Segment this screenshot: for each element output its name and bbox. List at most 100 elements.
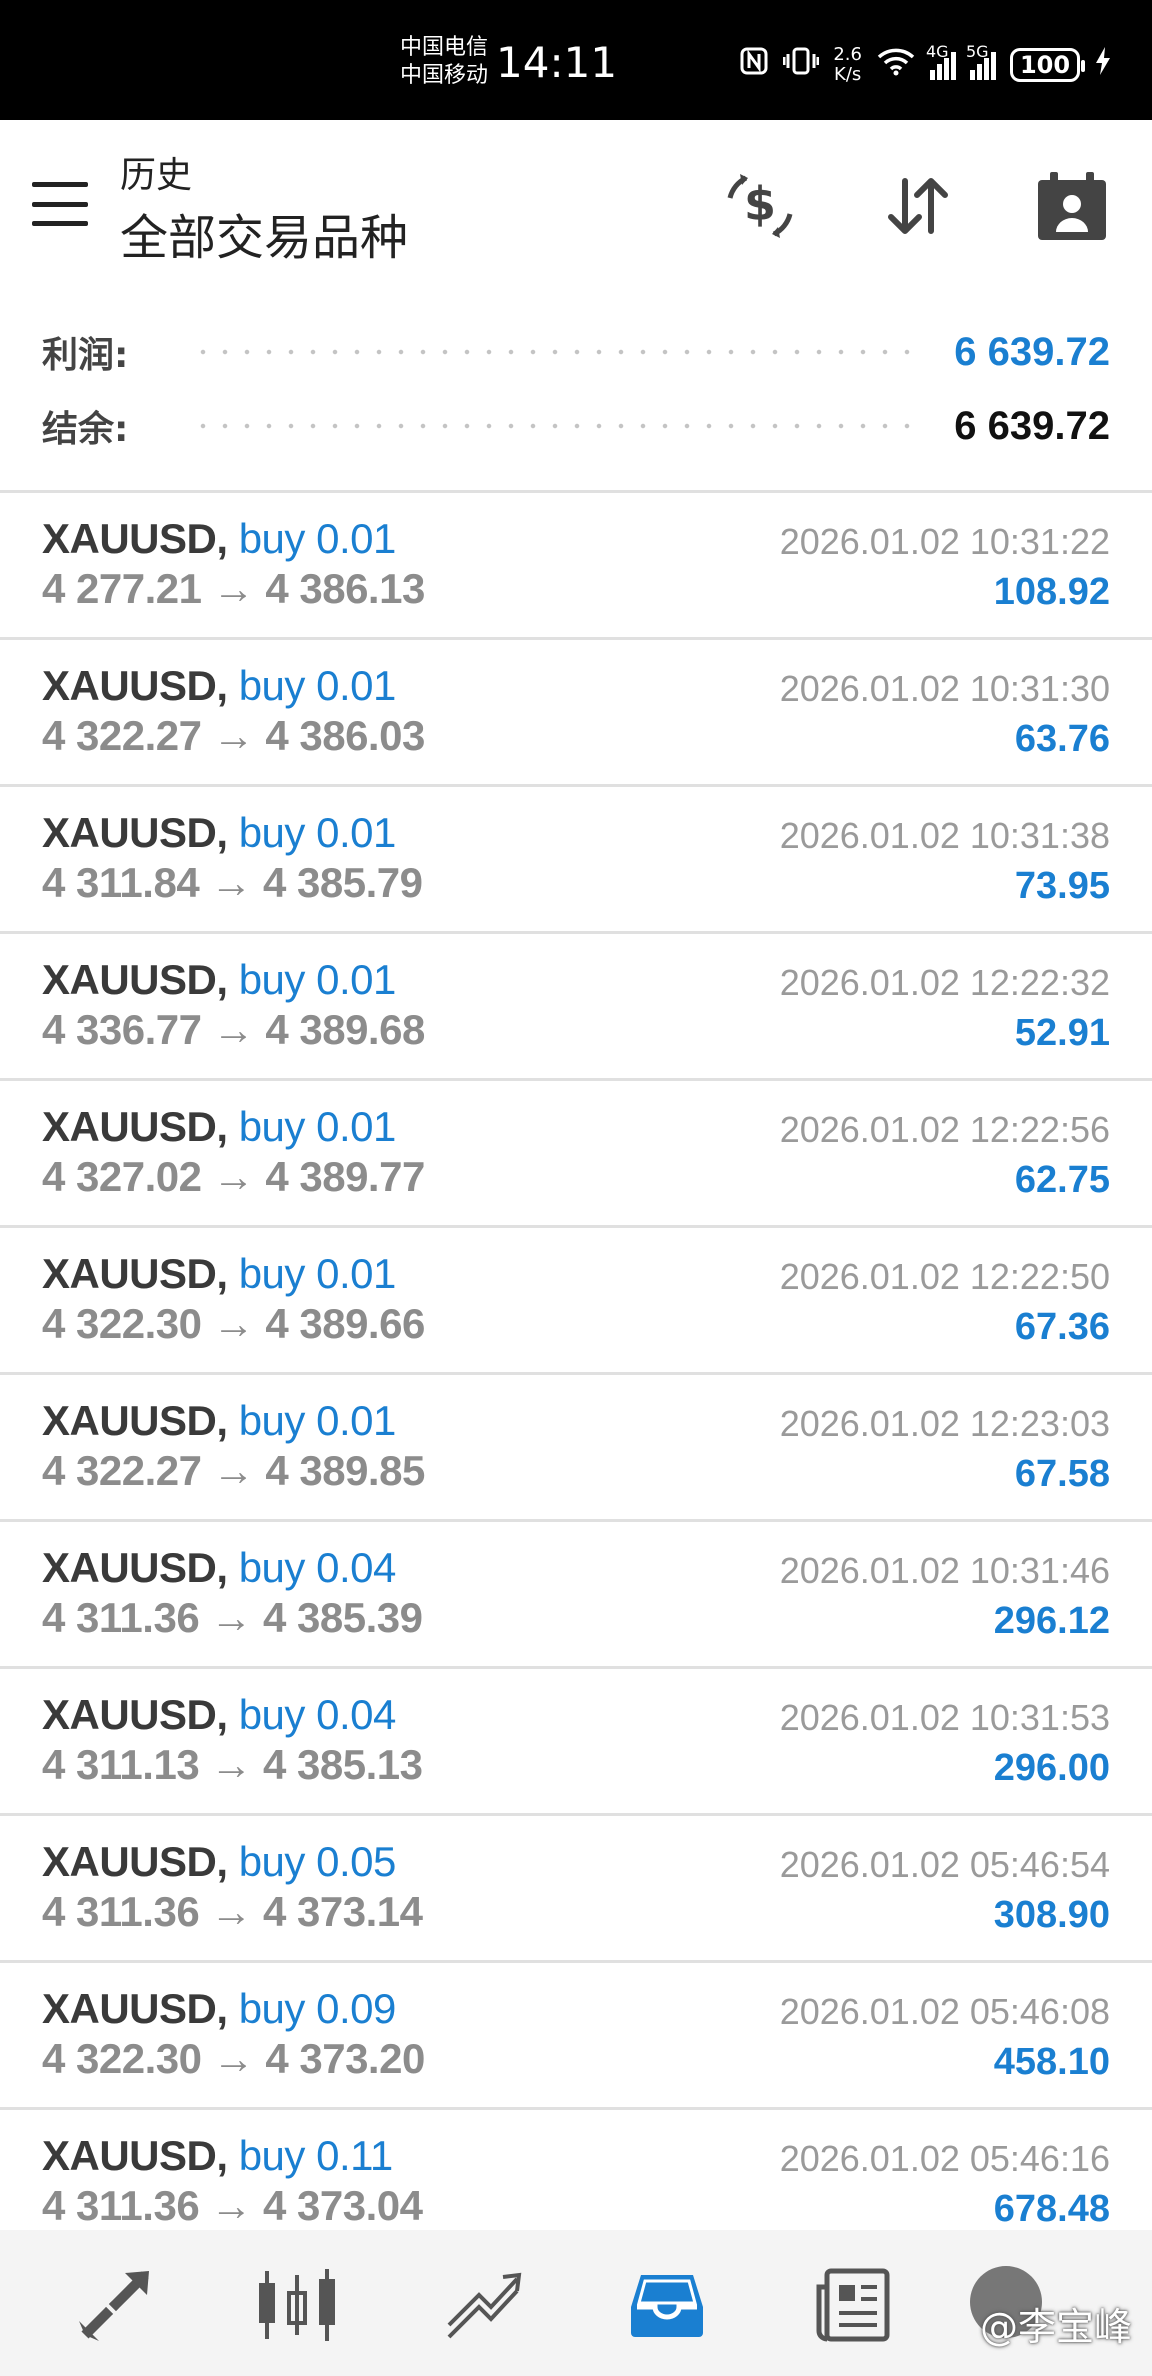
balance-label: 结余: [42, 409, 129, 450]
trade-list[interactable]: XAUUSD, buy 0.01 4 277.21 → 4 386.13 2026.… [0, 493, 1152, 2230]
net-speed: 2.6 K/s [833, 45, 862, 85]
trade-profit: 63.76 [1014, 718, 1110, 760]
trade-time: 2026.01.02 05:46:54 [779, 1844, 1110, 1885]
trade-symbol: XAUUSD, buy 0.01 [42, 662, 396, 710]
trade-symbol-name: XAUUSD, [42, 1838, 228, 1885]
trade-side-volume: buy 0.01 [238, 515, 397, 562]
profit-value: 6 639.72 [954, 329, 1110, 374]
trade-prices: 4 277.21 → 4 386.13 [42, 565, 425, 612]
app-bar: 历史 全部交易品种 $ [0, 120, 1152, 296]
trade-side-volume: buy 0.09 [238, 1985, 397, 2032]
trade-side-volume: buy 0.11 [238, 2132, 394, 2179]
net-speed-value: 2.6 [833, 44, 862, 65]
trade-symbol-name: XAUUSD, [42, 2132, 228, 2179]
trade-profit: 67.36 [1014, 1306, 1110, 1348]
trade-row[interactable]: XAUUSD, buy 0.01 4 322.27 → 4 386.03 2026.… [0, 640, 1152, 787]
page-subtitle: 历史 [120, 155, 193, 196]
nav-chart[interactable] [252, 2260, 342, 2350]
sort-arrows-icon[interactable] [878, 166, 958, 246]
trade-side-volume: buy 0.01 [238, 662, 397, 709]
dotted-leader [192, 349, 915, 355]
trade-time: 2026.01.02 12:22:56 [779, 1109, 1110, 1150]
trade-symbol: XAUUSD, buy 0.01 [42, 1250, 396, 1298]
trade-time: 2026.01.02 05:46:08 [779, 1991, 1110, 2032]
trade-side-volume: buy 0.01 [238, 1397, 397, 1444]
trade-symbol: XAUUSD, buy 0.01 [42, 515, 396, 563]
trade-prices: 4 311.36 → 4 373.14 [42, 1888, 423, 1935]
trade-symbol: XAUUSD, buy 0.09 [42, 1985, 396, 2033]
signal-2-icon: 5G [966, 42, 996, 80]
trade-symbol: XAUUSD, buy 0.01 [42, 809, 396, 857]
trade-profit: 52.91 [1014, 1012, 1110, 1054]
trade-row[interactable]: XAUUSD, buy 0.04 4 311.36 → 4 385.39 2026.… [0, 1522, 1152, 1669]
trade-symbol: XAUUSD, buy 0.11 [42, 2132, 393, 2180]
signal-1-icon: 4G [926, 42, 956, 80]
bottom-nav: @李宝峰 [0, 2230, 1152, 2376]
trade-prices: 4 311.84 → 4 385.79 [42, 859, 423, 906]
history-inbox-icon [631, 2275, 703, 2337]
trade-row[interactable]: XAUUSD, buy 0.05 4 311.36 → 4 373.14 2026.… [0, 1816, 1152, 1963]
signal-1-label: 4G [926, 42, 949, 61]
trade-symbol-name: XAUUSD, [42, 1985, 228, 2032]
trade-time: 2026.01.02 10:31:38 [779, 815, 1110, 856]
nav-trade[interactable] [438, 2260, 528, 2350]
carrier-1: 中国电信 [400, 35, 489, 60]
trade-side-volume: buy 0.01 [238, 956, 397, 1003]
summary-panel: 利润: 6 639.72 结余: 6 639.72 [0, 318, 1152, 490]
trade-symbol: XAUUSD, buy 0.04 [42, 1544, 396, 1592]
battery-level: 100 [1019, 51, 1071, 79]
balance-value: 6 639.72 [954, 403, 1110, 448]
trade-row[interactable]: XAUUSD, buy 0.11 4 311.36 → 4 373.04 2026.… [0, 2110, 1152, 2230]
trade-time: 2026.01.02 12:22:32 [779, 962, 1110, 1003]
charging-icon [1094, 46, 1112, 84]
trade-time: 2026.01.02 10:31:30 [779, 668, 1110, 709]
trade-row[interactable]: XAUUSD, buy 0.04 4 311.13 → 4 385.13 2026.… [0, 1669, 1152, 1816]
trade-side-volume: buy 0.04 [238, 1544, 397, 1591]
nav-history[interactable] [622, 2260, 712, 2350]
page-title[interactable]: 全部交易品种 [120, 198, 408, 268]
currency-exchange-icon[interactable]: $ [720, 166, 800, 246]
trade-profit: 458.10 [993, 2041, 1110, 2083]
trade-symbol: XAUUSD, buy 0.04 [42, 1691, 396, 1739]
battery-icon: 100 [1010, 48, 1085, 82]
trade-side-volume: buy 0.04 [238, 1691, 397, 1738]
hamburger-menu-icon[interactable] [32, 182, 88, 226]
app-screen: 中国电信 中国移动 14:11 2.6 K/s 4G 5G 100 历史 全部交… [0, 0, 1152, 2376]
trade-symbol-name: XAUUSD, [42, 1103, 228, 1150]
trade-side-volume: buy 0.01 [238, 1103, 397, 1150]
trade-profit: 308.90 [993, 1894, 1110, 1936]
trade-symbol-name: XAUUSD, [42, 1250, 228, 1297]
trade-side-volume: buy 0.01 [238, 809, 397, 856]
trade-symbol: XAUUSD, buy 0.01 [42, 1103, 396, 1151]
trade-row[interactable]: XAUUSD, buy 0.01 4 322.27 → 4 389.85 2026.… [0, 1375, 1152, 1522]
trade-profit: 108.92 [993, 571, 1110, 613]
trade-prices: 4 311.36 → 4 373.04 [42, 2182, 423, 2229]
trade-prices: 4 322.27 → 4 386.03 [42, 712, 425, 759]
nfc-icon [739, 46, 769, 84]
profit-row: 利润: 6 639.72 [42, 322, 1110, 382]
trade-symbol-name: XAUUSD, [42, 515, 228, 562]
trade-lines-icon [447, 2272, 522, 2339]
trade-row[interactable]: XAUUSD, buy 0.01 4 311.84 → 4 385.79 2026.… [0, 787, 1152, 934]
trade-profit: 678.48 [993, 2188, 1110, 2230]
calendar-person-icon[interactable] [1032, 166, 1112, 246]
trade-row[interactable]: XAUUSD, buy 0.01 4 327.02 → 4 389.77 2026.… [0, 1081, 1152, 1228]
trade-symbol: XAUUSD, buy 0.01 [42, 1397, 396, 1445]
trade-time: 2026.01.02 10:31:46 [779, 1550, 1110, 1591]
trade-prices: 4 336.77 → 4 389.68 [42, 1006, 425, 1053]
trade-row[interactable]: XAUUSD, buy 0.01 4 322.30 → 4 389.66 2026.… [0, 1228, 1152, 1375]
trade-symbol-name: XAUUSD, [42, 956, 228, 1003]
trade-row[interactable]: XAUUSD, buy 0.01 4 336.77 → 4 389.68 2026.… [0, 934, 1152, 1081]
trade-time: 2026.01.02 12:23:03 [779, 1403, 1110, 1444]
balance-row: 结余: 6 639.72 [42, 396, 1110, 456]
trade-prices: 4 311.36 → 4 385.39 [42, 1594, 423, 1641]
trade-row[interactable]: XAUUSD, buy 0.01 4 277.21 → 4 386.13 2026.… [0, 493, 1152, 640]
trade-symbol: XAUUSD, buy 0.01 [42, 956, 396, 1004]
trade-time: 2026.01.02 10:31:22 [779, 521, 1110, 562]
nav-quotes[interactable] [70, 2260, 160, 2350]
nav-news[interactable] [808, 2260, 898, 2350]
trade-prices: 4 322.30 → 4 389.66 [42, 1300, 425, 1347]
candlestick-chart-icon [259, 2269, 335, 2341]
trade-row[interactable]: XAUUSD, buy 0.09 4 322.30 → 4 373.20 2026.… [0, 1963, 1152, 2110]
trade-symbol-name: XAUUSD, [42, 1544, 228, 1591]
